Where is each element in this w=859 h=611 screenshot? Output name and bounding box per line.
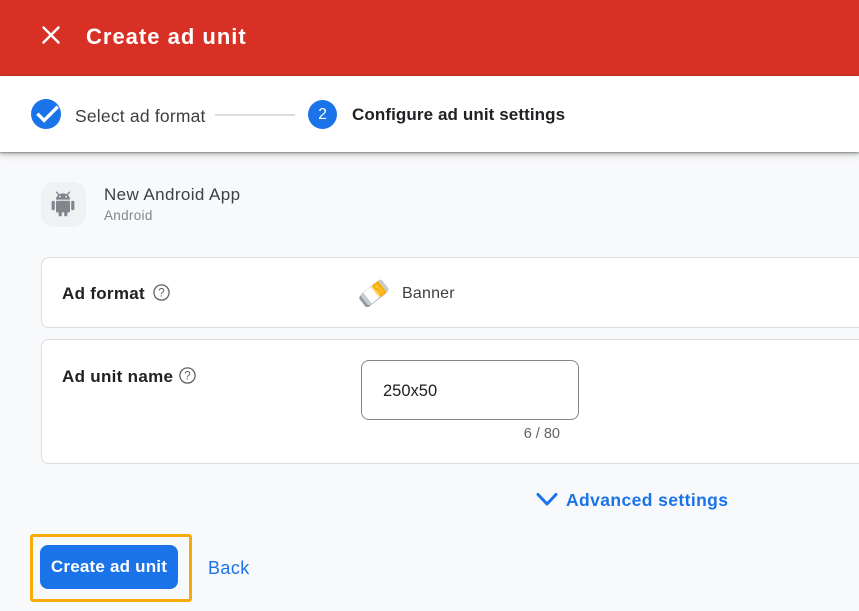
svg-text:?: ? <box>158 288 164 300</box>
svg-text:?: ? <box>184 371 190 383</box>
